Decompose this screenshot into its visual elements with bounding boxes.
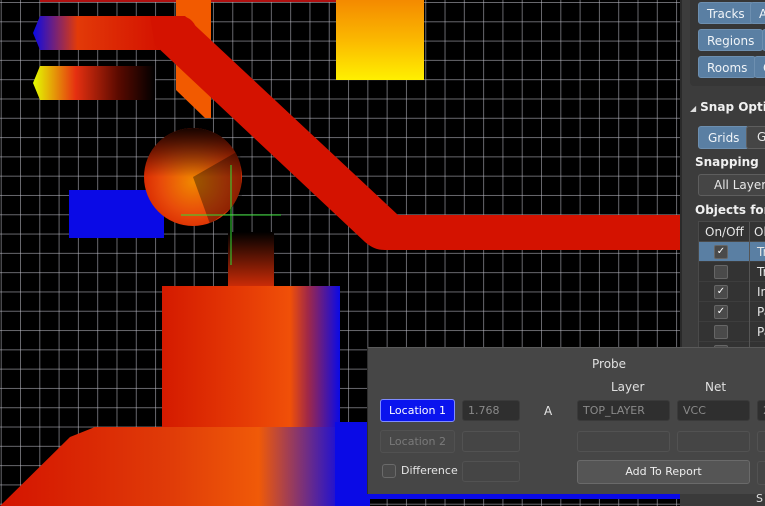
- table-row[interactable]: ✓ Tr: [699, 242, 765, 262]
- location-1-extra: 2: [757, 400, 765, 421]
- location-2-net: [677, 431, 750, 452]
- filter-rooms-button[interactable]: Rooms: [698, 56, 757, 78]
- snapping-all-layers-button[interactable]: All Layers: [698, 174, 765, 196]
- filter-regions-button[interactable]: Regions: [698, 29, 764, 51]
- row-checkbox[interactable]: [714, 265, 728, 279]
- column-object[interactable]: Ob: [754, 225, 765, 239]
- table-row[interactable]: ✓ Pa: [699, 302, 765, 322]
- filter-tracks-button[interactable]: Tracks: [698, 2, 754, 24]
- location-2-layer: [577, 431, 670, 452]
- table-row[interactable]: Tr: [699, 262, 765, 282]
- difference-label[interactable]: Difference: [401, 464, 458, 477]
- panel-status-strip: S: [680, 492, 765, 506]
- row-object-name: Pa: [757, 305, 765, 319]
- snap-guides-button[interactable]: Gu: [746, 126, 765, 149]
- snap-objects-table: On/Off Ob ✓ Tr Tr ✓ In ✓ Pa Pa: [698, 221, 765, 362]
- column-separator: [749, 322, 750, 342]
- difference-value: [462, 461, 520, 482]
- row-checkbox[interactable]: ✓: [714, 245, 728, 259]
- snap-options-header[interactable]: ◢Snap Options: [690, 100, 765, 114]
- snap-options-title: Snap Options: [700, 100, 765, 114]
- location-2-button[interactable]: Location 2: [380, 430, 455, 453]
- track-blue-red: [33, 16, 160, 50]
- extra-button[interactable]: [757, 461, 765, 485]
- collapse-triangle-icon: ◢: [690, 104, 697, 113]
- column-net: Net: [705, 380, 727, 394]
- row-checkbox[interactable]: ✓: [714, 305, 728, 319]
- track-corner: [163, 16, 197, 50]
- snap-grids-button[interactable]: Grids: [698, 126, 750, 149]
- probe-title: Probe: [592, 357, 627, 371]
- filter-o-button[interactable]: O: [754, 56, 765, 78]
- pad-blue-right: [335, 422, 370, 506]
- location-1-net: VCC: [677, 400, 750, 421]
- snapping-label: Snapping: [695, 155, 759, 169]
- row-checkbox[interactable]: [714, 325, 728, 339]
- location-2-value: [462, 431, 520, 452]
- table-row[interactable]: ✓ In: [699, 282, 765, 302]
- track-stub: [228, 232, 274, 292]
- table-row[interactable]: Pa: [699, 322, 765, 342]
- column-separator: [749, 262, 750, 282]
- track-blue-bottom: [367, 494, 680, 499]
- filter-a-button[interactable]: A: [750, 2, 765, 24]
- table-header: On/Off Ob: [699, 222, 765, 242]
- copper-pour-bottom: [0, 427, 345, 506]
- row-object-name: Pa: [757, 325, 765, 339]
- difference-checkbox[interactable]: [382, 464, 396, 478]
- row-checkbox[interactable]: ✓: [714, 285, 728, 299]
- location-1-button[interactable]: Location 1: [380, 399, 455, 422]
- column-separator: [749, 302, 750, 322]
- add-to-report-button[interactable]: Add To Report: [577, 460, 750, 484]
- column-separator: [749, 282, 750, 302]
- column-separator: [749, 242, 750, 262]
- track-yellow: [33, 66, 155, 100]
- location-1-layer: TOP_LAYER: [577, 400, 670, 421]
- pad-yellow: [336, 0, 424, 80]
- row-object-name: Tr: [757, 265, 765, 279]
- location-1-value: 1.768: [462, 400, 520, 421]
- column-layer: Layer: [611, 380, 645, 394]
- unit-label: A: [544, 404, 553, 418]
- column-on-off[interactable]: On/Off: [705, 225, 744, 239]
- row-object-name: Tr: [757, 245, 765, 259]
- row-object-name: In: [757, 285, 765, 299]
- location-2-extra: [757, 431, 765, 452]
- probe-dialog: Probe Layer Net Location 1 1.768 A TOP_L…: [367, 347, 765, 494]
- column-separator: [749, 222, 750, 242]
- objects-for-snapping-label: Objects for snapping: [695, 203, 765, 217]
